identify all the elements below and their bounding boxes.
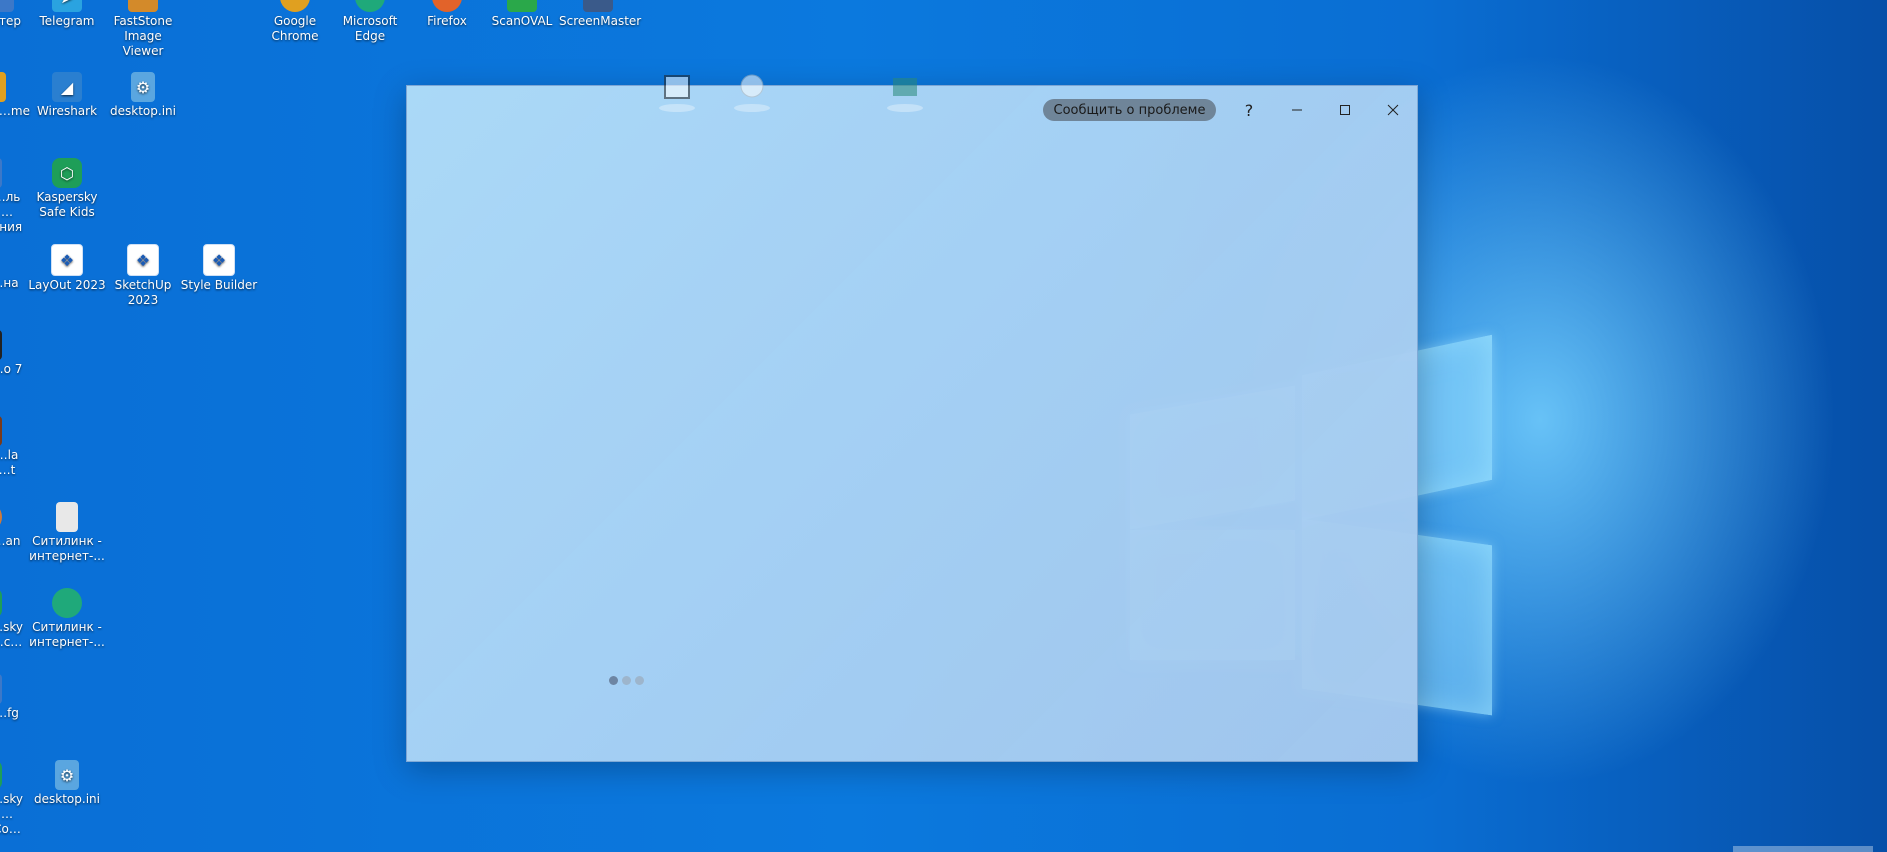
desktop-icon-kaspersky[interactable]: …sky …c… <box>0 588 26 650</box>
desktop-icon-faststone[interactable]: FastStone Image Viewer <box>104 0 182 59</box>
desktop-icon-scanoval[interactable]: ScanOVAL <box>483 0 561 29</box>
layout-icon: ❖ <box>51 244 83 276</box>
screenmaster-icon <box>583 0 613 12</box>
desktop-icon-label: …sky …c… <box>0 620 23 649</box>
loading-indicator <box>609 676 644 685</box>
control-panel-icon <box>0 158 2 188</box>
desktop-icon-label: Ситилинк - интернет-... <box>29 534 105 563</box>
desktop-icon-app[interactable]: …me <box>0 72 30 119</box>
desktop-icon-label: Style Builder <box>180 278 258 292</box>
desktop-icon-label: FastStone Image Viewer <box>113 14 173 58</box>
desktop-icon-screenmaster[interactable]: ScreenMaster <box>559 0 642 29</box>
help-button[interactable]: ? <box>1231 96 1267 124</box>
desktop-icon-label: …на <box>0 276 19 290</box>
settings-file-icon: ⚙ <box>55 760 79 790</box>
taskbar-edge <box>1733 846 1873 852</box>
desktop-icon-chrome[interactable]: Google Chrome <box>256 0 334 44</box>
telegram-icon: ➤ <box>52 0 82 12</box>
firefox-icon <box>432 0 462 12</box>
desktop-icon-label: Wireshark <box>36 104 98 118</box>
desktop-icon-app[interactable]: …an <box>0 502 26 549</box>
sketchup-icon: ❖ <box>127 244 159 276</box>
desktop-icon-label: …la …t <box>0 448 19 477</box>
desktop-icon-app[interactable]: …o 7 <box>0 330 26 377</box>
edge-icon <box>355 0 385 12</box>
desktop-icon-style-builder[interactable]: ❖ Style Builder <box>180 244 258 293</box>
desktop-icon-citilink-doc[interactable]: Ситилинк - интернет-... <box>28 502 106 564</box>
wireshark-icon: ◢ <box>52 72 82 102</box>
ghost-app-icon <box>732 74 772 114</box>
desktop-icon-label: …o 7 <box>0 362 23 376</box>
carousel-dot <box>635 676 644 685</box>
faststone-icon <box>128 0 158 12</box>
desktop-icon-label: Firefox <box>427 14 467 28</box>
carousel-dot <box>609 676 618 685</box>
report-problem-button[interactable]: Сообщить о проблеме <box>1043 99 1216 121</box>
desktop-icon-desktop-ini[interactable]: ⚙ desktop.ini <box>28 760 106 807</box>
close-icon <box>1387 104 1399 116</box>
ghost-app-icon <box>657 74 697 114</box>
desktop-icon-label: desktop.ini <box>110 104 176 118</box>
maximize-button[interactable] <box>1327 96 1363 124</box>
desktop-icon-label: Ситилинк - интернет-... <box>29 620 105 649</box>
desktop-icon-label: ScreenMaster <box>559 14 642 28</box>
desktop-icon-control-panel[interactable]: …ль …ения <box>0 158 26 235</box>
dialog-window: Сообщить о проблеме ? <box>406 74 1418 762</box>
scanoval-icon <box>507 0 537 12</box>
kaspersky-icon <box>0 760 2 790</box>
desktop-icon-label: …an <box>0 534 21 548</box>
computer-icon <box>0 0 14 12</box>
desktop-icon-sketchup[interactable]: ❖ SketchUp 2023 <box>104 244 182 308</box>
close-button[interactable] <box>1375 96 1411 124</box>
desktop-icon-firefox[interactable]: Firefox <box>408 0 486 29</box>
desktop-icon-label: Microsoft Edge <box>342 14 398 43</box>
desktop-icon-label: desktop.ini <box>34 792 100 806</box>
chrome-icon <box>280 0 310 12</box>
app-icon <box>0 674 2 704</box>
maximize-icon <box>1340 105 1350 115</box>
minimize-icon <box>1292 109 1302 111</box>
settings-file-icon: ⚙ <box>131 72 155 102</box>
kaspersky-icon: ⬡ <box>52 158 82 188</box>
desktop-icon-kaspersky[interactable]: …sky …Co… <box>0 760 26 837</box>
app-icon <box>0 330 2 360</box>
desktop-icon-label: …sky …Co… <box>0 792 23 836</box>
desktop-icon-app[interactable]: …на <box>0 244 24 291</box>
desktop-icon-wireshark[interactable]: ◢ Wireshark <box>28 72 106 119</box>
desktop-icon-citilink-edge[interactable]: Ситилинк - интернет-... <box>28 588 106 650</box>
desktop-icon-label: Google Chrome <box>271 14 319 43</box>
kaspersky-icon <box>0 588 2 618</box>
desktop-icon-telegram[interactable]: ➤ Telegram <box>28 0 106 29</box>
edge-icon <box>52 588 82 618</box>
stylebuilder-icon: ❖ <box>203 244 235 276</box>
desktop-icon-app[interactable]: …fg <box>0 674 26 721</box>
document-icon <box>56 502 78 532</box>
desktop-icon-app[interactable]: …la …t <box>0 416 26 478</box>
desktop-icon-label: LayOut 2023 <box>28 278 106 292</box>
app-icon <box>0 72 6 102</box>
app-icon <box>0 502 2 532</box>
desktop-icon-label: …me <box>0 104 30 118</box>
desktop-icon-layout[interactable]: ❖ LayOut 2023 <box>28 244 106 293</box>
desktop-icon-label: …fg <box>0 706 19 720</box>
desktop-icon-label: …ль …ения <box>0 190 23 234</box>
minimize-button[interactable] <box>1279 96 1315 124</box>
desktop-icon-kaspersky-safe-kids[interactable]: ⬡ Kaspersky Safe Kids <box>28 158 106 220</box>
carousel-dot <box>622 676 631 685</box>
desktop-icon-label: SketchUp 2023 <box>114 278 172 307</box>
desktop-icon-edge[interactable]: Microsoft Edge <box>331 0 409 44</box>
desktop-icon-label: Telegram <box>39 14 95 28</box>
ghost-app-icon <box>885 74 925 114</box>
desktop-icon-label: ScanOVAL <box>491 14 553 28</box>
desktop-icon-desktop-ini[interactable]: ⚙ desktop.ini <box>104 72 182 119</box>
desktop-icon-label: Kaspersky Safe Kids <box>36 190 98 219</box>
app-icon <box>0 416 2 446</box>
